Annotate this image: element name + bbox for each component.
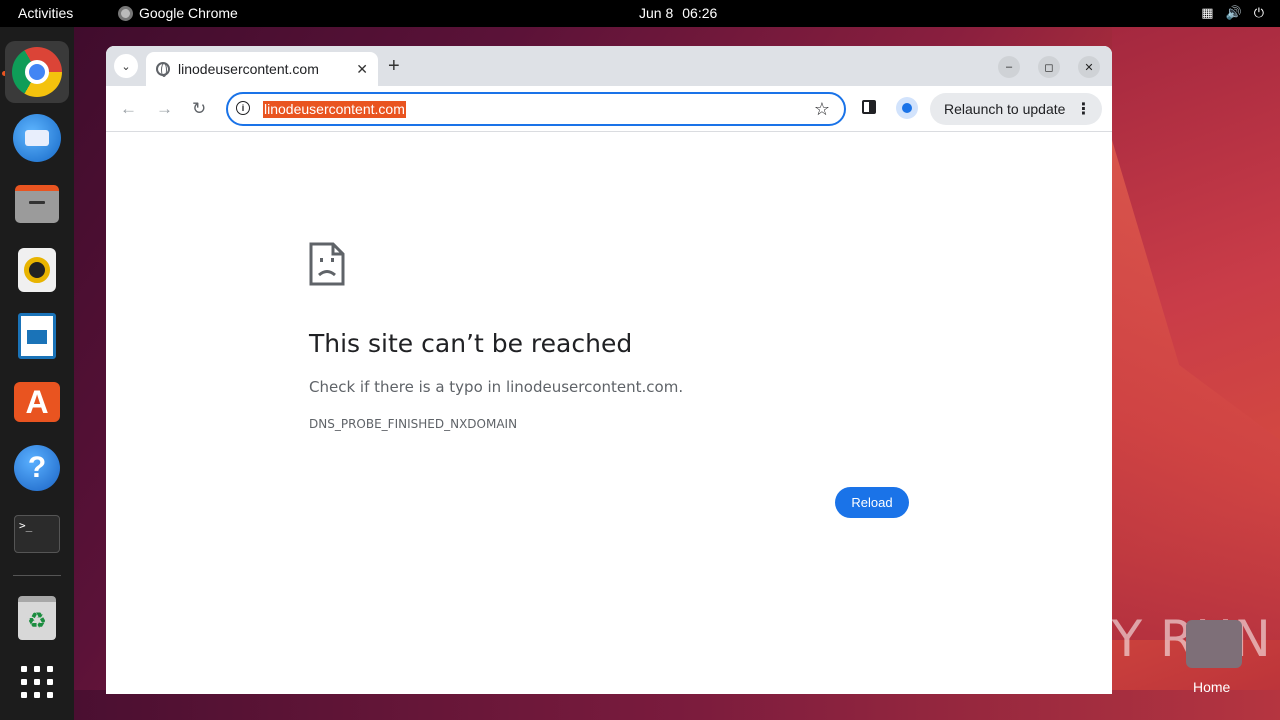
- profile-icon[interactable]: [896, 97, 918, 119]
- bookmark-star-icon[interactable]: ☆: [814, 99, 830, 120]
- tab-strip: ⌄ linodeusercontent.com ✕ + – ◻ ✕: [106, 46, 1112, 86]
- toolbar: ← → ↻ i linodeusercontent.com ☆ Relaunch…: [106, 86, 1112, 132]
- clock[interactable]: Jun 8 06:26: [639, 5, 717, 21]
- close-window-button[interactable]: ✕: [1078, 56, 1100, 78]
- chrome-icon: [12, 47, 62, 97]
- writer-icon: [18, 313, 56, 359]
- wallpaper-bottom: [74, 690, 1280, 720]
- app-name: Google Chrome: [139, 5, 238, 21]
- files-icon: [15, 185, 59, 223]
- forward-button[interactable]: →: [156, 99, 173, 119]
- chevron-down-icon: ⌄: [121, 60, 131, 73]
- globe-icon: [156, 62, 170, 77]
- power-icon: ⏻: [1253, 5, 1264, 20]
- clock-date: Jun 8: [639, 5, 674, 21]
- app-menu[interactable]: Google Chrome: [118, 5, 238, 21]
- dock-terminal[interactable]: >_: [5, 503, 69, 565]
- trash-icon: ♻: [18, 596, 56, 640]
- volume-icon: 🔊: [1225, 5, 1242, 20]
- system-tray[interactable]: ▦ 🔊 ⏻: [1201, 5, 1264, 21]
- chrome-window: ⌄ linodeusercontent.com ✕ + – ◻ ✕ ← → ↻ …: [106, 46, 1112, 694]
- side-panel-icon[interactable]: [862, 100, 876, 114]
- home-folder-icon[interactable]: [1186, 620, 1242, 668]
- page-content: This site can’t be reached Check if ther…: [106, 133, 1112, 694]
- tab-title: linodeusercontent.com: [178, 61, 319, 77]
- dock-app-center[interactable]: A: [5, 371, 69, 433]
- tab-search-button[interactable]: ⌄: [114, 54, 138, 78]
- reload-button[interactable]: Reload: [835, 487, 909, 518]
- dock: A ? >_ ♻: [0, 27, 74, 720]
- network-icon: ▦: [1201, 5, 1214, 20]
- tab-close-icon[interactable]: ✕: [356, 61, 368, 78]
- new-tab-button[interactable]: +: [388, 55, 400, 78]
- show-apps-button[interactable]: [5, 651, 69, 713]
- relaunch-to-update-button[interactable]: Relaunch to update ⋮: [930, 93, 1102, 125]
- activities-button[interactable]: Activities: [18, 5, 73, 21]
- thunderbird-icon: [13, 114, 61, 162]
- top-bar: Activities Google Chrome Jun 8 06:26 ▦ 🔊…: [0, 0, 1280, 27]
- terminal-icon: >_: [14, 515, 60, 553]
- tab-active[interactable]: linodeusercontent.com ✕: [146, 52, 378, 86]
- help-icon: ?: [14, 445, 60, 491]
- address-bar[interactable]: i linodeusercontent.com ☆: [226, 92, 846, 126]
- reload-toolbar-button[interactable]: ↻: [192, 99, 206, 119]
- minimize-button[interactable]: –: [998, 56, 1020, 78]
- dock-writer[interactable]: [5, 305, 69, 367]
- error-message: Check if there is a typo in linodeuserco…: [309, 378, 684, 396]
- error-title: This site can’t be reached: [309, 329, 633, 358]
- more-menu-icon: ⋮: [1075, 101, 1092, 118]
- back-button[interactable]: ←: [120, 99, 137, 119]
- apps-grid-icon: [21, 666, 53, 698]
- dock-trash[interactable]: ♻: [5, 587, 69, 649]
- dock-separator: [13, 575, 61, 576]
- sad-page-icon: [309, 242, 345, 286]
- app-center-icon: A: [14, 382, 60, 422]
- dock-help[interactable]: ?: [5, 437, 69, 499]
- dock-files[interactable]: [5, 173, 69, 235]
- site-info-icon[interactable]: i: [236, 101, 250, 115]
- dock-thunderbird[interactable]: [5, 107, 69, 169]
- clock-time: 06:26: [682, 5, 718, 21]
- error-code: DNS_PROBE_FINISHED_NXDOMAIN: [309, 417, 518, 431]
- maximize-button[interactable]: ◻: [1038, 56, 1060, 78]
- home-label: Home: [1193, 679, 1231, 695]
- rhythmbox-icon: [18, 248, 56, 292]
- relaunch-label: Relaunch to update: [944, 101, 1066, 117]
- dock-chrome[interactable]: [5, 41, 69, 103]
- chrome-small-icon: [118, 5, 133, 21]
- dock-rhythmbox[interactable]: [5, 239, 69, 301]
- address-text[interactable]: linodeusercontent.com: [263, 101, 406, 118]
